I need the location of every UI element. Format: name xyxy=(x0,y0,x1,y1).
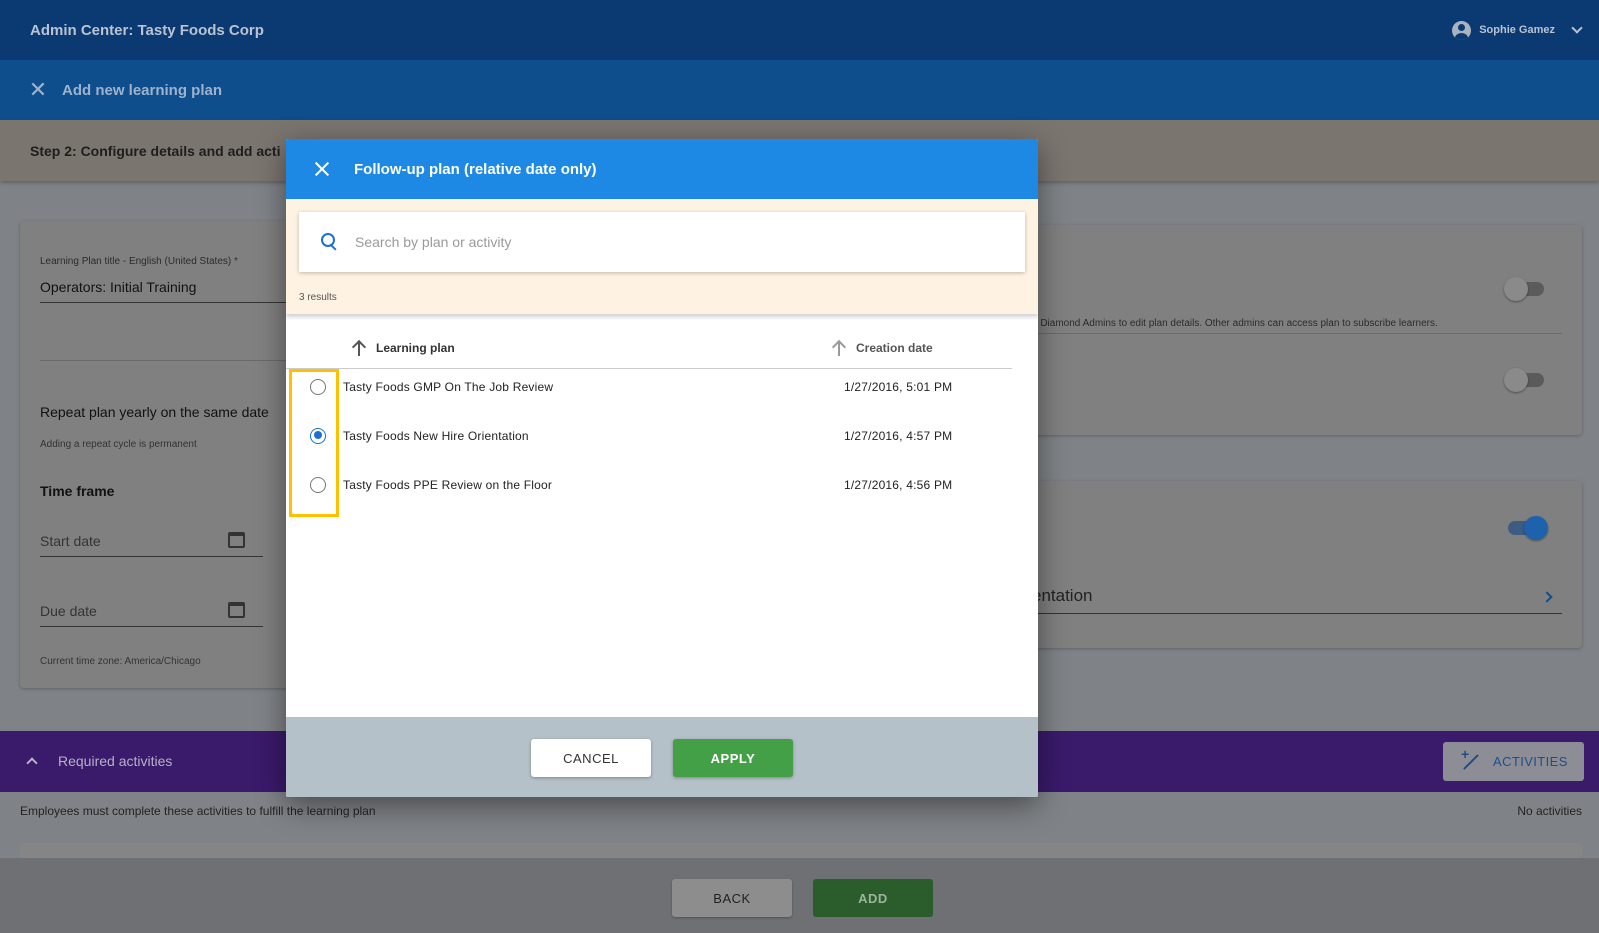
followup-toggle[interactable] xyxy=(1508,516,1548,540)
divider xyxy=(40,556,263,557)
due-date-field[interactable]: Due date xyxy=(40,603,97,619)
arrow-up-icon xyxy=(352,340,366,356)
timezone-text: Current time zone: America/Chicago xyxy=(40,656,201,667)
page-header: ✕ Add new learning plan xyxy=(0,60,1599,120)
required-activities-description: Employees must complete these activities… xyxy=(20,804,376,818)
followup-card xyxy=(1030,481,1582,648)
divider xyxy=(1032,613,1562,614)
close-icon[interactable] xyxy=(312,159,332,179)
divider xyxy=(40,302,290,303)
plan-title-label: Learning Plan title - English (United St… xyxy=(40,256,238,267)
plan-title-input[interactable]: Operators: Initial Training xyxy=(40,279,196,295)
dialog-footer: CANCEL APPLY xyxy=(286,717,1038,797)
search-box[interactable] xyxy=(299,212,1025,272)
repeat-note: Adding a repeat cycle is permanent xyxy=(40,439,197,450)
table-row[interactable]: Tasty Foods GMP On The Job Review 1/27/2… xyxy=(286,362,1012,411)
page-title: Add new learning plan xyxy=(62,81,223,99)
close-icon[interactable]: ✕ xyxy=(28,79,48,101)
toggle-switch[interactable] xyxy=(1504,368,1544,392)
plan-name: Tasty Foods New Hire Orientation xyxy=(343,428,529,443)
results-count: 3 results xyxy=(299,292,337,303)
timeframe-label: Time frame xyxy=(40,483,115,499)
activities-button[interactable]: ACTIVITIES xyxy=(1443,742,1584,781)
arrow-up-icon xyxy=(832,340,846,356)
radio-highlight-box xyxy=(289,369,339,517)
creation-date: 1/27/2016, 5:01 PM xyxy=(844,379,953,394)
search-input[interactable] xyxy=(355,234,975,250)
followup-plan-field[interactable]: entation xyxy=(1032,586,1093,606)
creation-date: 1/27/2016, 4:56 PM xyxy=(844,477,953,492)
creation-date: 1/27/2016, 4:57 PM xyxy=(844,428,953,443)
dialog-title: Follow-up plan (relative date only) xyxy=(354,160,597,178)
repeat-label: Repeat plan yearly on the same date xyxy=(40,404,269,420)
divider xyxy=(40,360,290,361)
plan-name: Tasty Foods GMP On The Job Review xyxy=(343,379,554,394)
step-title: Step 2: Configure details and add acti xyxy=(30,142,281,159)
divider xyxy=(1032,333,1562,334)
permissions-card xyxy=(1030,225,1582,435)
permission-text: d Diamond Admins to edit plan details. O… xyxy=(1032,318,1438,329)
search-area: 3 results xyxy=(286,199,1038,314)
table-row[interactable]: Tasty Foods PPE Review on the Floor 1/27… xyxy=(286,460,1012,509)
column-label: Learning plan xyxy=(376,341,455,355)
user-name: Sophie Gamez xyxy=(1479,24,1555,36)
start-date-field[interactable]: Start date xyxy=(40,533,101,549)
back-button[interactable]: BACK xyxy=(672,879,792,917)
activities-icon xyxy=(1461,746,1481,772)
search-icon xyxy=(321,233,339,251)
apply-button[interactable]: APPLY xyxy=(673,739,793,777)
column-label: Creation date xyxy=(856,341,933,355)
dialog-header: Follow-up plan (relative date only) xyxy=(286,139,1038,199)
activities-button-label: ACTIVITIES xyxy=(1493,754,1568,769)
activities-card xyxy=(20,843,1582,858)
required-activities-title: Required activities xyxy=(58,753,173,769)
toggle-switch[interactable] xyxy=(1504,277,1544,301)
plan-name: Tasty Foods PPE Review on the Floor xyxy=(343,477,553,492)
cancel-button[interactable]: CANCEL xyxy=(531,739,651,777)
followup-plan-dialog: Follow-up plan (relative date only) 3 re… xyxy=(286,139,1038,797)
calendar-icon[interactable] xyxy=(228,532,245,548)
no-activities-text: No activities xyxy=(1517,804,1582,818)
table-row[interactable]: Tasty Foods New Hire Orientation 1/27/20… xyxy=(286,411,1012,460)
column-header-learning-plan[interactable]: Learning plan xyxy=(352,334,455,362)
divider xyxy=(40,626,263,627)
user-menu[interactable]: Sophie Gamez xyxy=(1452,0,1583,60)
calendar-icon[interactable] xyxy=(228,602,245,618)
footer-bar xyxy=(0,858,1599,933)
add-button[interactable]: ADD xyxy=(813,879,933,917)
app-title: Admin Center: Tasty Foods Corp xyxy=(30,21,264,39)
top-app-bar: Admin Center: Tasty Foods Corp Sophie Ga… xyxy=(0,0,1599,60)
account-circle-icon xyxy=(1452,20,1472,40)
column-header-creation-date[interactable]: Creation date xyxy=(832,334,933,362)
chevron-down-icon xyxy=(1571,22,1583,34)
